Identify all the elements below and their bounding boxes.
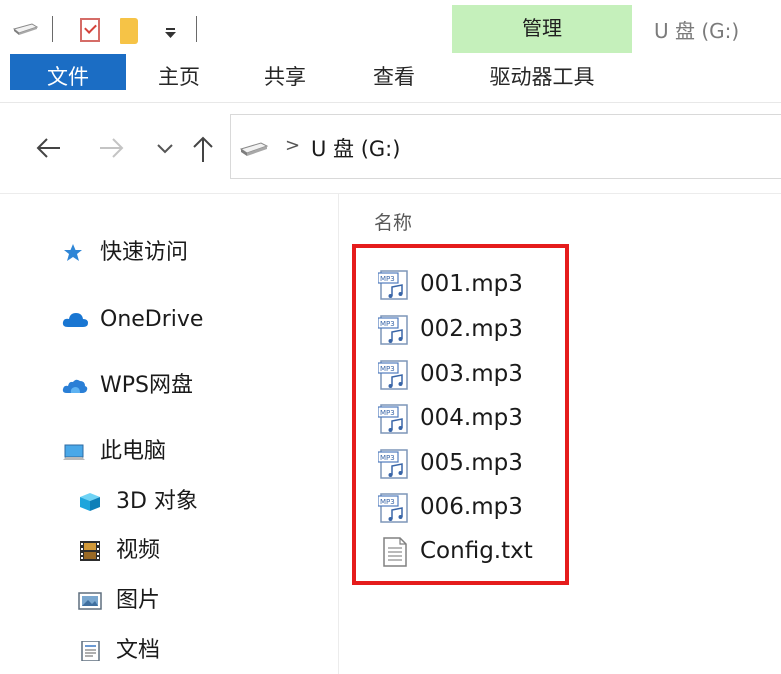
sidebar-item-label: 视频 [116,538,161,563]
svg-text:MP3: MP3 [380,409,395,417]
recent-locations-chevron-icon[interactable] [150,130,180,166]
sidebar-item-label: WPS网盘 [100,373,193,398]
window-title: U 盘 (G:) [654,19,740,43]
mp3-file-icon: MP3 [378,315,408,345]
list-item[interactable]: MP3 001.mp3 [378,266,558,302]
list-item[interactable]: MP3 006.mp3 [378,489,558,525]
svg-text:MP3: MP3 [380,275,395,283]
star-pin-icon [64,244,82,261]
wps-cloud-icon [62,379,88,393]
sidebar-item-label: OneDrive [100,307,204,332]
properties-icon[interactable] [80,18,100,42]
up-arrow-icon[interactable] [188,130,218,166]
usb-drive-icon [239,142,269,156]
documents-icon [81,641,100,661]
forward-arrow-icon[interactable] [96,130,126,166]
quick-access-toolbar: 管理 U 盘 (G:) [0,0,781,54]
file-name: 006.mp3 [420,494,523,520]
tab-view[interactable]: 查看 [338,54,450,100]
sidebar-item-label: 快速访问 [100,240,189,265]
svg-text:MP3: MP3 [380,454,395,462]
mp3-file-icon: MP3 [378,360,408,390]
toolbar-separator [52,16,53,42]
toolbar-separator [196,16,197,42]
mp3-file-icon: MP3 [378,493,408,523]
file-name: 002.mp3 [420,316,523,342]
svg-text:MP3: MP3 [380,365,395,373]
sidebar-item-label: 3D 对象 [116,489,198,514]
file-name: 001.mp3 [420,271,523,297]
mp3-file-icon: MP3 [378,270,408,300]
file-name: 003.mp3 [420,361,523,387]
tab-share[interactable]: 共享 [232,54,338,100]
new-folder-icon[interactable] [120,18,138,44]
customize-dropdown-icon[interactable] [164,28,177,38]
file-name: 004.mp3 [420,405,523,431]
3d-objects-icon [80,493,100,511]
drive-icon[interactable] [12,23,38,36]
column-header-name[interactable]: 名称 [374,208,412,235]
onedrive-cloud-icon [62,313,88,327]
list-item[interactable]: MP3 004.mp3 [378,400,558,436]
list-item[interactable]: MP3 003.mp3 [378,356,558,392]
sidebar-item-label: 此电脑 [100,439,167,464]
list-item[interactable]: Config.txt [378,533,558,569]
file-name: 005.mp3 [420,450,523,476]
svg-text:MP3: MP3 [380,320,395,328]
mp3-file-icon: MP3 [378,449,408,479]
tab-file[interactable]: 文件 [10,54,126,90]
videos-icon [80,541,100,561]
ribbon-divider [0,102,781,103]
breadcrumb-current[interactable]: U 盘 (G:) [311,133,400,163]
back-arrow-icon[interactable] [34,130,64,166]
ribbon-tabs: 文件 主页 共享 查看 驱动器工具 [0,54,781,100]
navigation-pane: 快速访问 OneDrive WPS网盘 此电脑 3D 对象 视频 图片 文档 [0,194,339,674]
file-name: Config.txt [420,538,533,564]
pictures-icon [78,592,102,610]
sidebar-item-label: 文档 [116,638,161,663]
tab-drive-tools[interactable]: 驱动器工具 [452,54,632,100]
address-bar[interactable]: > U 盘 (G:) [230,114,781,179]
list-item[interactable]: MP3 005.mp3 [378,445,558,481]
text-file-icon [383,537,407,567]
tab-home[interactable]: 主页 [126,54,232,100]
svg-text:MP3: MP3 [380,498,395,506]
mp3-file-icon: MP3 [378,404,408,434]
breadcrumb-chevron-icon[interactable]: > [285,135,300,156]
sidebar-item-label: 图片 [116,588,161,613]
computer-icon [63,444,85,460]
manage-context-header[interactable]: 管理 [452,5,632,53]
list-item[interactable]: MP3 002.mp3 [378,311,558,347]
